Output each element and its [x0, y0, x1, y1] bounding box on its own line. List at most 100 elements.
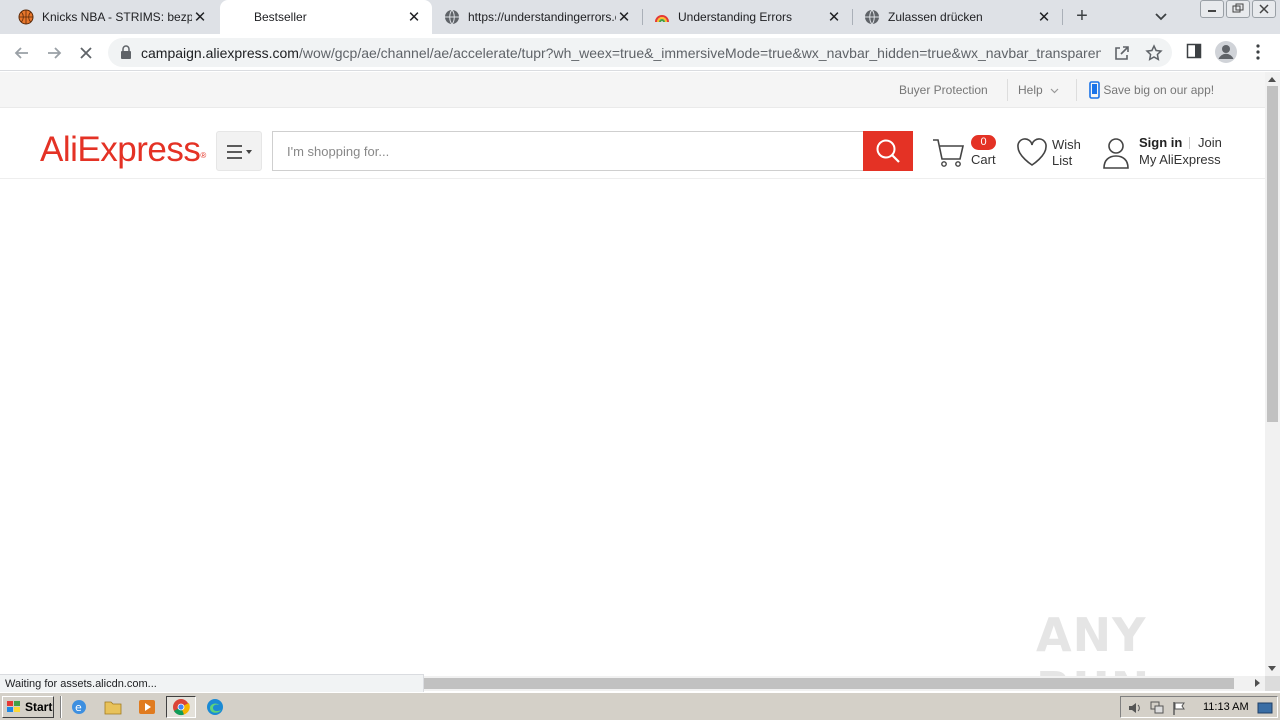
- tab-bestseller[interactable]: Bestseller ✕: [220, 0, 432, 34]
- media-player-icon: [139, 700, 155, 714]
- url-text[interactable]: campaign.aliexpress.com/wow/gcp/ae/chann…: [141, 45, 1101, 61]
- taskbar-explorer[interactable]: [98, 696, 128, 718]
- profile-avatar-icon[interactable]: [1214, 40, 1238, 64]
- help-label: Help: [1018, 83, 1043, 97]
- tab-zulassen[interactable]: Zulassen drücken ✕: [852, 0, 1062, 34]
- show-desktop-icon[interactable]: [1257, 700, 1273, 716]
- vertical-scroll-thumb[interactable]: [1267, 86, 1278, 422]
- aliexpress-logo[interactable]: AliExpress®: [40, 131, 206, 169]
- close-icon[interactable]: ✕: [1036, 9, 1052, 26]
- stop-loading-button[interactable]: [73, 40, 99, 66]
- start-button[interactable]: Start: [2, 696, 54, 718]
- new-tab-button[interactable]: +: [1072, 6, 1092, 27]
- vertical-scrollbar[interactable]: [1265, 72, 1280, 676]
- kebab-menu-icon[interactable]: [1252, 43, 1264, 61]
- close-icon: [80, 47, 92, 59]
- scroll-up-arrow-icon[interactable]: [1268, 77, 1276, 82]
- anyrun-watermark: ANY RUN: [1036, 608, 1149, 676]
- taskbar-media-player[interactable]: [132, 696, 162, 718]
- close-window-button[interactable]: [1252, 0, 1276, 18]
- restore-button[interactable]: [1226, 0, 1250, 18]
- tab-title: Knicks NBA - STRIMS: bezpłatne: [42, 10, 192, 24]
- horizontal-scrollbar[interactable]: [424, 676, 1265, 691]
- arrow-left-icon: [14, 47, 28, 59]
- chevron-down-icon: [1050, 88, 1059, 94]
- browser-tabstrip: Knicks NBA - STRIMS: bezpłatne ✕ Bestsel…: [0, 0, 1280, 34]
- sign-in-link[interactable]: Sign in: [1139, 135, 1182, 150]
- search-box: [272, 131, 863, 171]
- site-topbar: Buyer Protection Help Save big on our ap…: [0, 72, 1265, 108]
- browser-toolbar: campaign.aliexpress.com/wow/gcp/ae/chann…: [0, 34, 1280, 71]
- basketball-icon: [18, 9, 34, 25]
- back-button[interactable]: [9, 40, 35, 66]
- taskbar-ie[interactable]: e: [64, 696, 94, 718]
- chrome-icon: [173, 699, 190, 716]
- windows-taskbar: Start e 11:13 AM: [0, 692, 1280, 720]
- close-icon[interactable]: ✕: [406, 9, 422, 26]
- taskbar-chrome[interactable]: [166, 696, 196, 718]
- topbar-divider: [1076, 79, 1077, 101]
- bookmark-star-icon[interactable]: [1145, 44, 1163, 62]
- tab-title: Understanding Errors: [678, 10, 793, 24]
- scroll-right-arrow-icon[interactable]: [1255, 679, 1260, 687]
- start-label: Start: [25, 700, 53, 714]
- volume-icon[interactable]: [1127, 700, 1143, 716]
- wishlist-label: Wish List: [1052, 137, 1088, 169]
- url-host: campaign.aliexpress.com: [141, 45, 299, 61]
- tab-search-chevron-icon[interactable]: [1152, 9, 1170, 25]
- tab-understanding-errors[interactable]: Understanding Errors ✕: [642, 0, 852, 34]
- tab-title: Zulassen drücken: [888, 10, 983, 24]
- my-aliexpress-link[interactable]: My AliExpress: [1139, 152, 1221, 167]
- logo-text: AliExpress: [40, 130, 201, 169]
- app-promo-label: Save big on our app!: [1103, 83, 1215, 97]
- smartphone-icon: [1089, 81, 1100, 99]
- account-menu[interactable]: Sign in Join My AliExpress: [1100, 134, 1230, 170]
- scrollbar-corner: [1265, 676, 1280, 691]
- app-promo-link[interactable]: Save big on our app!: [1089, 81, 1214, 99]
- tab-separator: [1062, 9, 1063, 25]
- wishlist-label-line2: List: [1052, 153, 1073, 168]
- address-bar[interactable]: campaign.aliexpress.com/wow/gcp/ae/chann…: [108, 38, 1172, 67]
- forward-button[interactable]: [41, 40, 67, 66]
- minimize-button[interactable]: [1200, 0, 1224, 18]
- categories-button[interactable]: [216, 131, 262, 171]
- close-icon[interactable]: ✕: [616, 9, 632, 26]
- taskbar-edge[interactable]: [200, 696, 230, 718]
- search-icon: [876, 139, 900, 163]
- network-icon[interactable]: [1149, 700, 1165, 716]
- search-button[interactable]: [863, 131, 913, 171]
- help-menu[interactable]: Help: [1018, 83, 1059, 97]
- system-tray: 11:13 AM: [1120, 696, 1278, 718]
- share-icon[interactable]: [1113, 44, 1131, 62]
- cart-link[interactable]: 0 Cart: [930, 135, 1000, 171]
- tab-title: https://understandingerrors.com: [468, 10, 616, 24]
- wishlist-label-line1: Wish: [1052, 137, 1081, 152]
- rainbow-icon: [655, 15, 669, 23]
- status-bubble: Waiting for assets.alicdn.com...: [0, 674, 424, 692]
- wishlist-link[interactable]: Wish List: [1016, 135, 1086, 171]
- search-input[interactable]: [273, 132, 863, 170]
- close-icon[interactable]: ✕: [192, 9, 208, 26]
- horizontal-scroll-thumb[interactable]: [424, 678, 1234, 689]
- cart-label: Cart: [971, 152, 996, 167]
- lock-icon[interactable]: [120, 45, 132, 59]
- folder-icon: [104, 701, 122, 715]
- quicklaunch-divider: [60, 696, 62, 718]
- close-icon[interactable]: ✕: [826, 9, 842, 26]
- close-icon: [1259, 4, 1269, 14]
- page-viewport: Buyer Protection Help Save big on our ap…: [0, 72, 1265, 676]
- action-center-flag-icon[interactable]: [1171, 700, 1187, 716]
- shopping-cart-icon: [933, 139, 965, 167]
- tab-knicks[interactable]: Knicks NBA - STRIMS: bezpłatne ✕: [6, 0, 218, 34]
- buyer-protection-link[interactable]: Buyer Protection: [899, 83, 988, 97]
- arrow-right-icon: [48, 47, 62, 59]
- topbar-divider: [1007, 79, 1008, 101]
- internet-explorer-icon: e: [72, 700, 86, 714]
- globe-icon: [865, 9, 879, 25]
- scroll-down-arrow-icon[interactable]: [1268, 666, 1276, 671]
- side-panel-icon[interactable]: [1186, 43, 1202, 59]
- tab-understandingerrors-url[interactable]: https://understandingerrors.com ✕: [432, 0, 642, 34]
- edge-icon: [207, 699, 223, 715]
- join-link[interactable]: Join: [1198, 135, 1222, 150]
- tab-title: Bestseller: [254, 10, 307, 24]
